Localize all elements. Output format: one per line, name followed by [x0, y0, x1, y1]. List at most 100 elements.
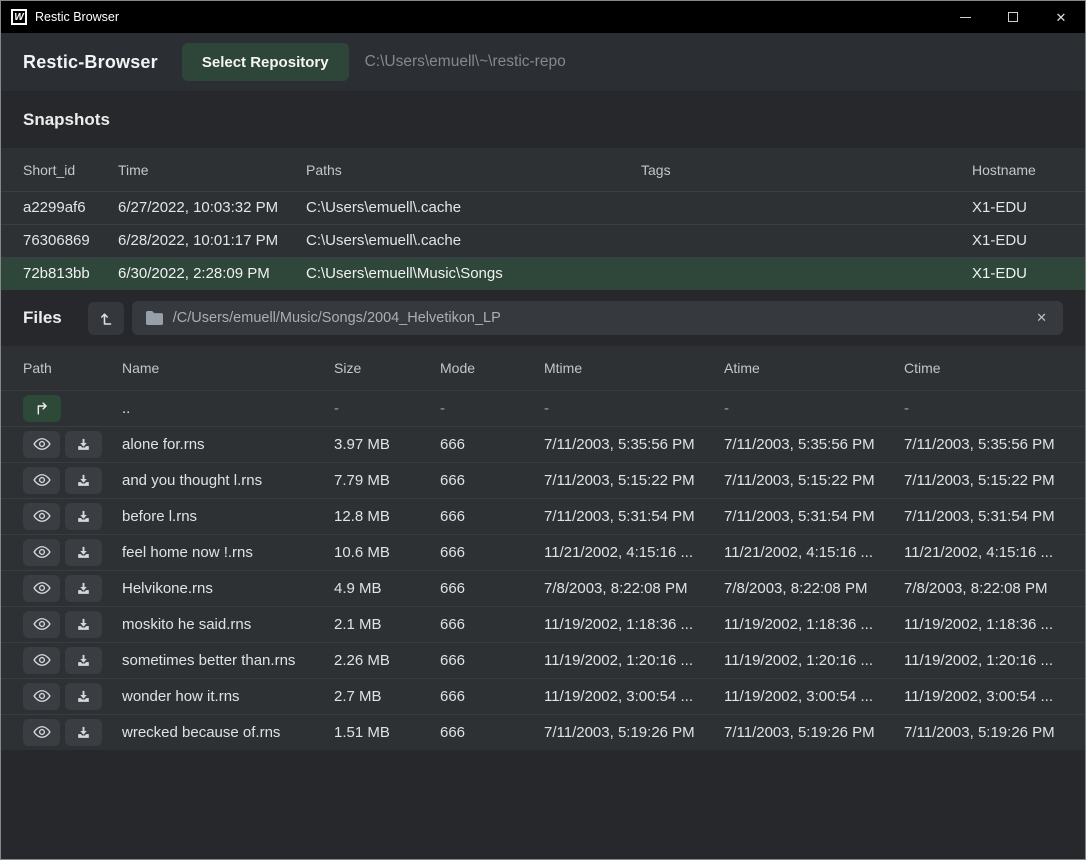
level-up-icon: [98, 310, 114, 327]
file-mode: 666: [440, 724, 544, 741]
file-row[interactable]: and you thought l.rns7.79 MB6667/11/2003…: [1, 462, 1085, 498]
file-mode: 666: [440, 652, 544, 669]
file-atime: 7/8/2003, 8:22:08 PM: [724, 580, 904, 597]
snapshot-row[interactable]: a2299af66/27/2022, 10:03:32 PMC:\Users\e…: [1, 191, 1085, 224]
column-header-time: Time: [118, 162, 306, 178]
download-file-button[interactable]: [65, 539, 102, 566]
file-mtime: 11/21/2002, 4:15:16 ...: [544, 544, 724, 561]
preview-file-button[interactable]: [23, 611, 60, 638]
snapshot-time: 6/30/2022, 2:28:09 PM: [118, 265, 306, 282]
snapshot-row[interactable]: 72b813bb6/30/2022, 2:28:09 PMC:\Users\em…: [1, 257, 1085, 290]
file-ctime: 11/21/2002, 4:15:16 ...: [904, 544, 1063, 561]
file-size: -: [334, 400, 440, 417]
preview-file-button[interactable]: [23, 647, 60, 674]
file-size: 4.9 MB: [334, 580, 440, 597]
files-title: Files: [23, 308, 62, 328]
preview-file-button[interactable]: [23, 431, 60, 458]
download-file-button[interactable]: [65, 431, 102, 458]
files-table-header: Path Name Size Mode Mtime Atime Ctime: [1, 346, 1085, 390]
snapshots-section-header: Snapshots: [1, 91, 1085, 148]
file-mode: -: [440, 400, 544, 417]
preview-file-button[interactable]: [23, 467, 60, 494]
file-row[interactable]: wonder how it.rns2.7 MB66611/19/2002, 3:…: [1, 678, 1085, 714]
preview-file-button[interactable]: [23, 575, 60, 602]
eye-icon: [33, 473, 51, 487]
snapshots-title: Snapshots: [23, 110, 110, 130]
file-name: wrecked because of.rns: [122, 724, 334, 741]
download-icon: [76, 509, 91, 524]
preview-file-button[interactable]: [23, 683, 60, 710]
go-to-parent-button[interactable]: [23, 395, 61, 422]
eye-icon: [33, 545, 51, 559]
file-mtime: 7/11/2003, 5:31:54 PM: [544, 508, 724, 525]
tree-toggle-button[interactable]: [88, 302, 124, 335]
file-row[interactable]: alone for.rns3.97 MB6667/11/2003, 5:35:5…: [1, 426, 1085, 462]
preview-file-button[interactable]: [23, 719, 60, 746]
file-row[interactable]: before l.rns12.8 MB6667/11/2003, 5:31:54…: [1, 498, 1085, 534]
download-icon: [76, 617, 91, 632]
file-ctime: 7/11/2003, 5:15:22 PM: [904, 472, 1063, 489]
file-ctime: 7/11/2003, 5:31:54 PM: [904, 508, 1063, 525]
column-header-mtime: Mtime: [544, 360, 724, 376]
minimize-icon: [960, 17, 971, 18]
file-atime: 11/21/2002, 4:15:16 ...: [724, 544, 904, 561]
file-atime: 7/11/2003, 5:19:26 PM: [724, 724, 904, 741]
download-file-button[interactable]: [65, 683, 102, 710]
file-mtime: 11/19/2002, 3:00:54 ...: [544, 688, 724, 705]
maximize-button[interactable]: [989, 1, 1037, 33]
file-mode: 666: [440, 436, 544, 453]
column-header-mode: Mode: [440, 360, 544, 376]
download-file-button[interactable]: [65, 647, 102, 674]
download-file-button[interactable]: [65, 611, 102, 638]
file-name: and you thought l.rns: [122, 472, 334, 489]
repository-path[interactable]: C:\Users\emuell\~\restic-repo: [365, 53, 566, 71]
file-row-parent[interactable]: ..-----: [1, 390, 1085, 426]
select-repository-button[interactable]: Select Repository: [182, 43, 349, 81]
row-actions: [23, 467, 122, 494]
download-file-button[interactable]: [65, 503, 102, 530]
snapshot-row[interactable]: 763068696/28/2022, 10:01:17 PMC:\Users\e…: [1, 224, 1085, 257]
file-mode: 666: [440, 616, 544, 633]
snapshot-time: 6/28/2022, 10:01:17 PM: [118, 232, 306, 249]
snapshot-short-id: a2299af6: [23, 199, 118, 216]
files-rows: ..-----alone for.rns3.97 MB6667/11/2003,…: [1, 390, 1085, 750]
file-mtime: 11/19/2002, 1:18:36 ...: [544, 616, 724, 633]
file-name: sometimes better than.rns: [122, 652, 334, 669]
file-mtime: -: [544, 400, 724, 417]
file-mtime: 11/19/2002, 1:20:16 ...: [544, 652, 724, 669]
file-row[interactable]: moskito he said.rns2.1 MB66611/19/2002, …: [1, 606, 1085, 642]
file-atime: 7/11/2003, 5:35:56 PM: [724, 436, 904, 453]
file-row[interactable]: wrecked because of.rns1.51 MB666 7/11/200…: [1, 714, 1085, 750]
snapshot-time: 6/27/2022, 10:03:32 PM: [118, 199, 306, 216]
download-icon: [76, 473, 91, 488]
row-actions: [23, 683, 122, 710]
clear-path-icon[interactable]: ✕: [1034, 308, 1049, 328]
file-mode: 666: [440, 688, 544, 705]
row-actions: [23, 539, 122, 566]
download-file-button[interactable]: [65, 467, 102, 494]
close-button[interactable]: ✕: [1037, 1, 1085, 33]
column-header-paths: Paths: [306, 162, 641, 178]
preview-file-button[interactable]: [23, 503, 60, 530]
file-ctime: -: [904, 400, 1063, 417]
eye-icon: [33, 509, 51, 523]
file-atime: 11/19/2002, 1:20:16 ...: [724, 652, 904, 669]
row-actions: [23, 503, 122, 530]
download-file-button[interactable]: [65, 719, 102, 746]
preview-file-button[interactable]: [23, 539, 60, 566]
file-row[interactable]: Helvikone.rns4.9 MB6667/8/2003, 8:22:08 …: [1, 570, 1085, 606]
snapshot-hostname: X1-EDU: [972, 232, 1063, 249]
download-file-button[interactable]: [65, 575, 102, 602]
snapshot-hostname: X1-EDU: [972, 265, 1063, 282]
column-header-atime: Atime: [724, 360, 904, 376]
path-input[interactable]: /C/Users/emuell/Music/Songs/2004_Helveti…: [132, 301, 1063, 335]
file-atime: 11/19/2002, 1:18:36 ...: [724, 616, 904, 633]
up-then-right-arrow-icon: [34, 401, 51, 416]
row-actions: [23, 575, 122, 602]
file-row[interactable]: feel home now !.rns10.6 MB66611/21/2002,…: [1, 534, 1085, 570]
minimize-button[interactable]: [941, 1, 989, 33]
file-size: 2.26 MB: [334, 652, 440, 669]
file-mode: 666: [440, 508, 544, 525]
file-row[interactable]: sometimes better than.rns2.26 MB66611/19…: [1, 642, 1085, 678]
file-size: 1.51 MB: [334, 724, 440, 741]
